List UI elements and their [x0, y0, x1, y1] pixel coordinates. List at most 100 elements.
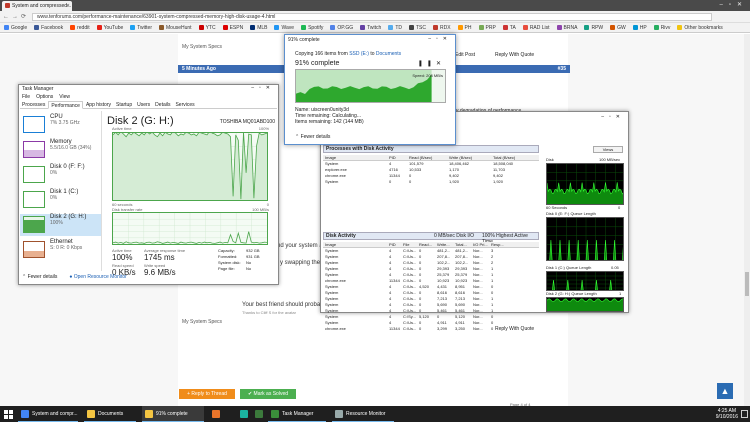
reply-with-quote-button[interactable]: Reply With Quote [495, 52, 534, 58]
bookmark-item[interactable]: RPW [584, 25, 603, 31]
bookmark-item[interactable]: BRNA [556, 25, 577, 31]
bookmark-item[interactable]: YouTube [96, 25, 123, 31]
post-number[interactable]: #35 [558, 65, 566, 73]
start-button[interactable] [0, 406, 16, 422]
task-manager-tab[interactable]: Performance [48, 100, 83, 109]
cancel-icon[interactable]: ✕ [436, 61, 445, 67]
menu-item[interactable]: View [59, 94, 70, 100]
scrollbar-thumb[interactable] [745, 272, 749, 296]
bookmark-item[interactable]: PRP [478, 25, 496, 31]
bookmark-item[interactable]: OP.GG [330, 25, 353, 31]
column-header[interactable]: Read (B/sec) [409, 155, 449, 160]
resource-item[interactable]: Disk 2 (G: H:) 100% [20, 214, 101, 236]
column-header[interactable]: Write... [437, 242, 455, 247]
edit-post-button[interactable]: Edit Post [455, 52, 475, 58]
menu-item[interactable]: File [22, 94, 30, 100]
resource-item[interactable]: CPU 7% 3.75 GHz [20, 114, 101, 136]
bookmark-item[interactable]: MouseHunt [159, 25, 192, 31]
bookmark-item[interactable]: RDX [432, 25, 451, 31]
bookmark-item[interactable]: PH [457, 25, 472, 31]
bookmark-item[interactable]: MLB [250, 25, 267, 31]
bookmark-item[interactable]: TD [388, 25, 402, 31]
pause-icon[interactable]: ❚❚ [418, 61, 436, 67]
resource-item[interactable]: Ethernet S: 0 R: 0 Kbps [20, 239, 101, 261]
nav-buttons[interactable]: ←→⟳ [3, 13, 29, 20]
task-manager-tab[interactable]: Services [173, 101, 196, 109]
my-system-specs-link[interactable]: My System Specs [182, 319, 222, 325]
page-scrollbar[interactable] [744, 34, 750, 406]
task-manager-title: Task Manager [22, 86, 54, 92]
column-header[interactable]: Total (B/sec) [493, 155, 533, 160]
column-header[interactable]: Image [323, 242, 389, 247]
table-row[interactable]: System 0 0 1,920 1,920 [323, 179, 539, 185]
bookmark-item[interactable]: reddit [70, 25, 90, 31]
column-header[interactable]: Image [323, 155, 389, 160]
processes-header[interactable]: Processes with Disk Activity [323, 145, 539, 153]
bookmark-item[interactable]: GW [610, 25, 626, 31]
taskbar-item[interactable]: Documents [84, 406, 136, 422]
open-resource-monitor-link[interactable]: ● Open Resource Monitor [69, 274, 133, 280]
views-dropdown[interactable]: Views [593, 146, 623, 153]
bookmark-item[interactable]: HP [632, 25, 647, 31]
bookmark-item[interactable]: Facebook [34, 25, 63, 31]
taskbar-item[interactable]: 91% complete [142, 406, 204, 422]
menu-item[interactable]: Options [36, 94, 53, 100]
column-header[interactable]: File [403, 242, 419, 247]
close-tab-icon[interactable]: ✕ [66, 1, 70, 11]
reply-to-thread-button[interactable]: + Reply to Thread [179, 389, 235, 399]
resource-item[interactable]: Disk 0 (F: F:) 0% [20, 164, 101, 186]
task-manager-tab[interactable]: Startup [114, 101, 134, 109]
bookmark-item[interactable]: Twitch [360, 25, 381, 31]
task-manager-tab[interactable]: Details [153, 101, 172, 109]
column-header[interactable]: I/O Pri... [473, 242, 491, 247]
window-controls[interactable]: –▫✕ [601, 114, 625, 120]
browser-tab[interactable]: System and compressed... ✕ [2, 1, 72, 11]
copy-dest-link[interactable]: Documents [376, 51, 401, 57]
taskbar-item[interactable]: Resource Monitor [332, 406, 394, 422]
taskbar-item[interactable]: Task Manager [268, 406, 326, 422]
column-header[interactable]: Resp... [491, 242, 509, 247]
taskbar-app-icon[interactable] [255, 410, 263, 418]
resource-item[interactable]: Disk 1 (C:) 0% [20, 189, 101, 211]
bookmark-item[interactable]: ESPN [222, 25, 243, 31]
scroll-to-top-icon[interactable]: ▲ [717, 383, 733, 399]
copy-fewer-details[interactable]: ⌃ Fewer details [295, 134, 330, 140]
bookmark-item[interactable]: Other bookmarks [677, 25, 723, 31]
bookmark-item[interactable]: Twitter [130, 25, 152, 31]
bookmark-item[interactable]: TSC [408, 25, 426, 31]
task-manager-tab[interactable]: Users [135, 101, 152, 109]
taskbar-item[interactable]: System and compr... [18, 406, 78, 422]
task-manager-tab[interactable]: App history [84, 101, 113, 109]
window-controls[interactable]: –▫✕ [251, 85, 275, 91]
system-clock[interactable]: 4:25 AM 9/10/2016 [716, 408, 738, 420]
taskbar-app-icon[interactable] [240, 410, 248, 418]
response-time-value: 1745 ms [144, 253, 175, 262]
copy-source-link[interactable]: SSD (E:) [349, 51, 369, 57]
copy-controls[interactable]: ❚❚✕ [418, 60, 445, 67]
disk-activity-header[interactable]: Disk Activity 0 MB/sec Disk I/O 100% Hig… [323, 232, 539, 245]
fewer-details-link[interactable]: ⌃ Fewer details [22, 274, 63, 280]
column-header[interactable]: PID [389, 155, 409, 160]
column-header[interactable]: Write (B/sec) [449, 155, 493, 160]
taskbar-app-icon[interactable] [212, 410, 220, 418]
bookmark-item[interactable]: YTC [198, 25, 216, 31]
table-row[interactable]: chrome.exe 11344 C:\Us... 0 3,299 3,250 Nor...… [323, 326, 539, 332]
notification-icon[interactable] [741, 410, 748, 418]
task-manager-tab[interactable]: Processes [20, 101, 47, 109]
url-input[interactable]: www.tenforums.com/performance-maintenanc… [32, 13, 712, 21]
resource-item[interactable]: Memory 5.5/16.0 GB (34%) [20, 139, 101, 161]
bookmark-item[interactable]: TA [502, 25, 516, 31]
bookmark-item[interactable]: Google [4, 25, 27, 31]
bookmark-item[interactable]: Spotify [301, 25, 323, 31]
bookmark-item[interactable]: Wave [274, 25, 294, 31]
my-system-specs-link[interactable]: My System Specs [182, 44, 222, 50]
window-controls[interactable]: –▫✕ [720, 1, 749, 8]
mark-as-solved-button[interactable]: ✔ Mark as Solved [240, 389, 296, 399]
bookmark-item[interactable]: Rivv [653, 25, 670, 31]
window-controls[interactable]: –▫✕ [428, 36, 452, 42]
bookmark-item[interactable]: RAD List [522, 25, 550, 31]
column-header[interactable]: Read... [419, 242, 437, 247]
column-header[interactable]: PID [389, 242, 403, 247]
task-manager-window: Task Manager –▫✕ File Options View Process… [18, 84, 279, 285]
column-header[interactable]: Total... [455, 242, 473, 247]
